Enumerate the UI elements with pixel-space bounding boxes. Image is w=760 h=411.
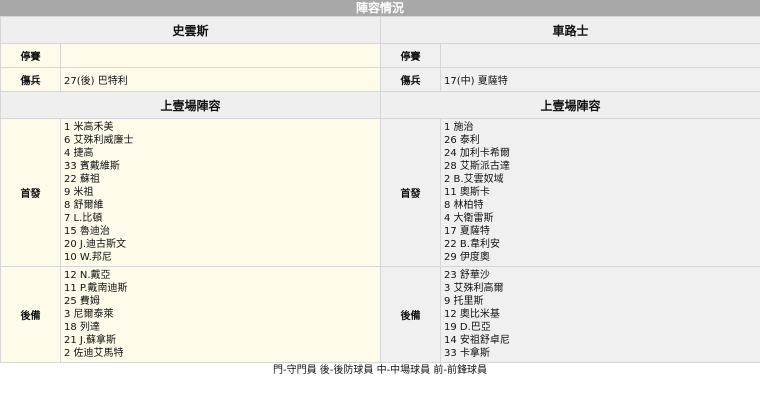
right-team-name: 車路士	[380, 16, 760, 44]
left-starters-list: 1 米高禾美 6 艾殊利威廉士 4 捷高 33 賓戴維斯 22 蘇祖 9 米祖 8 舒爾維 7…	[61, 119, 380, 266]
right-suspended-label: 停賽	[380, 43, 442, 68]
left-injured-value: 27(後) 巴特利	[59, 67, 382, 92]
lineup-title: 陣容情況	[0, 0, 760, 16]
left-last-match-header: 上壹場陣容	[0, 91, 382, 119]
right-injured-label: 傷兵	[380, 67, 442, 92]
left-subs-list: 12 N.戴亞 11 P.戴南迪斯 25 費姆 3 尼爾泰萊 18 列達 21 J.蘇拿斯…	[61, 267, 380, 362]
left-injured-label: 傷兵	[0, 67, 61, 92]
player-item: 8 林柏特	[444, 200, 484, 211]
player-item: 22 B.韋利安	[444, 239, 500, 250]
player-item: 19 D.巴亞	[444, 322, 491, 333]
player-item: 12 N.戴亞	[64, 270, 111, 281]
player-item: 10 W.邦尼	[64, 252, 112, 263]
player-item: 11 奧斯卡	[444, 187, 490, 198]
right-subs-label: 後備	[380, 266, 442, 363]
left-suspended-value	[59, 43, 382, 68]
left-suspended-label: 停賽	[0, 43, 61, 68]
left-subs-cell: 12 N.戴亞 11 P.戴南迪斯 25 費姆 3 尼爾泰萊 18 列達 21 J.蘇拿斯…	[59, 266, 382, 363]
player-item: 3 尼爾泰萊	[64, 309, 114, 320]
player-item: 4 捷高	[64, 148, 94, 159]
right-starters-label: 首發	[380, 118, 442, 267]
player-item: 4 大衛雷斯	[444, 213, 494, 224]
player-item: 18 列達	[64, 322, 100, 333]
player-item: 12 奧比米基	[444, 309, 500, 320]
right-subs-list: 23 舒華沙 3 艾殊利高爾 9 托里斯 12 奧比米基 19 D.巴亞 14 安祖舒卓尼…	[441, 267, 760, 362]
left-starters-label: 首發	[0, 118, 61, 267]
player-item: 26 泰利	[444, 135, 480, 146]
left-team-name: 史雲斯	[0, 16, 382, 44]
player-item: 8 舒爾維	[64, 200, 104, 211]
left-subs-label: 後備	[0, 266, 61, 363]
player-item: 25 費姆	[64, 296, 100, 307]
player-item: 1 米高禾美	[64, 122, 114, 133]
right-suspended-value	[440, 43, 760, 68]
player-item: 14 安祖舒卓尼	[444, 335, 510, 346]
player-item: 2 佐迪艾馬特	[64, 348, 124, 359]
player-item: 33 賓戴維斯	[64, 161, 120, 172]
player-item: 29 伊度奧	[444, 252, 490, 263]
player-item: 24 加利卡希爾	[444, 148, 510, 159]
player-item: 28 艾斯派古達	[444, 161, 510, 172]
right-subs-cell: 23 舒華沙 3 艾殊利高爾 9 托里斯 12 奧比米基 19 D.巴亞 14 安祖舒卓尼…	[440, 266, 760, 363]
position-legend: 門-守門員 後-後防球員 中-中場球員 前-前鋒球員	[273, 365, 487, 376]
player-item: 3 艾殊利高爾	[444, 283, 504, 294]
player-item: 2 B.艾雲奴域	[444, 174, 504, 185]
lineup-table: 史雲斯 車路士 停賽 停賽 傷兵 27(後) 巴特利 傷兵 17(中) 夏薩特 …	[0, 16, 760, 363]
player-item: 11 P.戴南迪斯	[64, 283, 128, 294]
player-item: 22 蘇祖	[64, 174, 100, 185]
player-item: 23 舒華沙	[444, 270, 490, 281]
player-item: 17 夏薩特	[444, 226, 490, 237]
player-item: 33 卡拿斯	[444, 348, 490, 359]
right-injured-value: 17(中) 夏薩特	[440, 67, 760, 92]
player-item: 1 施治	[444, 122, 474, 133]
player-item: 6 艾殊利威廉士	[64, 135, 134, 146]
player-item: 9 米祖	[64, 187, 94, 198]
player-item: 15 魯迪治	[64, 226, 110, 237]
player-item: 9 托里斯	[444, 296, 484, 307]
player-item: 21 J.蘇拿斯	[64, 335, 117, 346]
player-item: 7 L.比頓	[64, 213, 103, 224]
right-last-match-header: 上壹場陣容	[380, 91, 760, 119]
player-item: 20 J.迪古斯文	[64, 239, 127, 250]
right-starters-list: 1 施治 26 泰利 24 加利卡希爾 28 艾斯派古達 2 B.艾雲奴域 11 奧斯卡 8…	[441, 119, 760, 266]
left-starters-cell: 1 米高禾美 6 艾殊利威廉士 4 捷高 33 賓戴維斯 22 蘇祖 9 米祖 8 舒爾維 7…	[59, 118, 382, 267]
right-starters-cell: 1 施治 26 泰利 24 加利卡希爾 28 艾斯派古達 2 B.艾雲奴域 11 奧斯卡 8…	[440, 118, 760, 267]
